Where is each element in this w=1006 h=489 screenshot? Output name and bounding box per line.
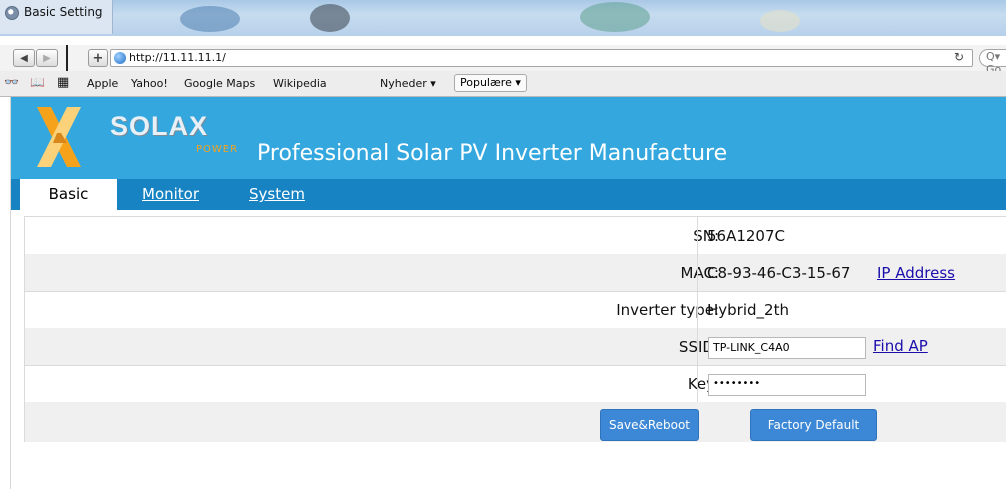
safari-icon bbox=[5, 6, 19, 20]
window-tab[interactable]: Basic Setting bbox=[0, 0, 113, 34]
bookmarks-icon[interactable]: 📖 bbox=[30, 75, 45, 89]
forward-arrow-icon: ▶ bbox=[43, 52, 51, 64]
window-title: Basic Setting bbox=[24, 5, 103, 19]
bookmark-populaere[interactable]: Populære ▾ bbox=[454, 74, 527, 92]
key-input[interactable]: •••••••• bbox=[708, 374, 866, 396]
forward-button[interactable]: ▶ bbox=[36, 49, 58, 67]
column-divider bbox=[697, 365, 698, 402]
bookmark-apple[interactable]: Apple bbox=[87, 77, 118, 90]
bookmark-nyheder[interactable]: Nyheder ▾ bbox=[380, 77, 436, 90]
column-divider bbox=[697, 217, 698, 254]
titlebar-decoration bbox=[760, 10, 800, 32]
tab-monitor[interactable]: Monitor bbox=[142, 179, 199, 210]
sn-value: 56A1207C bbox=[707, 227, 785, 245]
ssid-row: SSID: TP-LINK_C4A0 Find AP bbox=[25, 328, 1006, 366]
column-divider bbox=[697, 328, 698, 365]
top-sites-icon[interactable]: ▦ bbox=[57, 75, 69, 90]
back-button[interactable]: ◀ bbox=[13, 49, 35, 67]
bookmark-google-maps[interactable]: Google Maps bbox=[184, 77, 255, 90]
brand-subtitle: POWER bbox=[196, 144, 239, 155]
inverter-type-row: Inverter type: Hybrid_2th bbox=[25, 291, 1006, 329]
ssid-input[interactable]: TP-LINK_C4A0 bbox=[708, 337, 866, 359]
window-titlebar: Basic Setting bbox=[0, 0, 1006, 36]
brand-name: SOLAX bbox=[110, 111, 209, 141]
actions-row: Save&Reboot Factory Default bbox=[25, 402, 1006, 442]
titlebar-decoration bbox=[580, 2, 650, 32]
header-banner: SOLAX POWER Professional Solar PV Invert… bbox=[11, 97, 1006, 179]
reload-icon[interactable]: ↻ bbox=[954, 50, 964, 64]
mac-row: MAC: C8-93-46-C3-15-67 IP Address bbox=[25, 254, 1006, 292]
search-field[interactable]: Q▾ Go bbox=[979, 49, 1006, 76]
column-divider bbox=[697, 254, 698, 291]
column-divider bbox=[697, 291, 698, 328]
key-row: Key: •••••••• bbox=[25, 365, 1006, 403]
reading-list-icon[interactable]: 👓 bbox=[4, 75, 19, 89]
ip-address-link[interactable]: IP Address bbox=[877, 264, 955, 282]
url-text: http://11.11.11.1/ bbox=[129, 51, 226, 64]
bookmarks-bar: 👓 📖 ▦ Apple Yahoo! Google Maps Wikipedia… bbox=[0, 71, 1006, 97]
bookmark-yahoo[interactable]: Yahoo! bbox=[131, 77, 168, 90]
globe-icon bbox=[114, 52, 126, 64]
inverter-type-label: Inverter type: bbox=[616, 301, 719, 319]
main-nav: Basic Monitor System bbox=[11, 179, 1006, 210]
find-ap-link[interactable]: Find AP bbox=[873, 337, 928, 355]
sn-row: SN: 56A1207C bbox=[25, 217, 1006, 255]
titlebar-decoration bbox=[310, 4, 350, 32]
titlebar-decoration bbox=[180, 6, 240, 32]
solax-logo-icon bbox=[37, 107, 81, 167]
tab-basic[interactable]: Basic bbox=[20, 179, 117, 210]
left-frame-edge bbox=[0, 97, 11, 489]
settings-form: SN: 56A1207C MAC: C8-93-46-C3-15-67 IP A… bbox=[24, 216, 1006, 442]
plus-icon: + bbox=[92, 50, 104, 66]
inverter-type-value: Hybrid_2th bbox=[707, 301, 789, 319]
bookmark-wikipedia[interactable]: Wikipedia bbox=[273, 77, 327, 90]
save-reboot-button[interactable]: Save&Reboot bbox=[600, 409, 699, 441]
factory-default-button[interactable]: Factory Default bbox=[750, 409, 877, 441]
page-title: Professional Solar PV Inverter Manufactu… bbox=[257, 141, 728, 166]
tab-system[interactable]: System bbox=[249, 179, 305, 210]
back-arrow-icon: ◀ bbox=[20, 52, 28, 64]
browser-toolbar: ◀ ▶ + http://11.11.11.1/ ↻ Q▾ Go bbox=[0, 45, 1006, 81]
address-bar[interactable]: http://11.11.11.1/ ↻ bbox=[110, 49, 973, 67]
mac-value: C8-93-46-C3-15-67 bbox=[707, 264, 851, 282]
add-bookmark-button[interactable]: + bbox=[88, 49, 108, 67]
